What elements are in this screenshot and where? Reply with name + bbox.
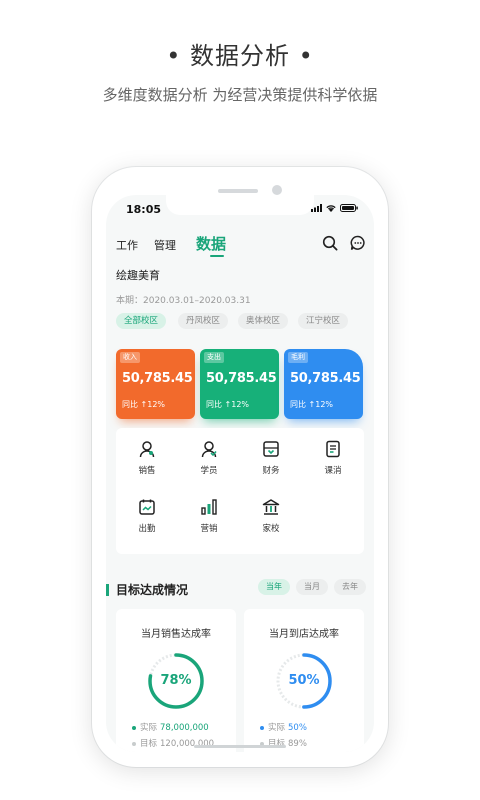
top-nav: 工作 管理 数据 (116, 233, 366, 257)
tab-data[interactable]: 数据 (196, 233, 226, 254)
campus-chip-jiangning[interactable]: 江宁校区 (298, 313, 349, 329)
visit-actual-label: 实际 (268, 723, 286, 733)
campus-filter: 全部校区 丹凤校区 奥体校区 江宁校区 (116, 313, 366, 329)
campus-chip-aoti[interactable]: 奥体校区 (238, 313, 289, 329)
nav-actions (322, 235, 366, 251)
gross-profit-yoy: 同比 ↑12% (290, 400, 334, 409)
module-finance-label: 财务 (262, 466, 280, 476)
expense-yoy: 同比 ↑12% (206, 400, 250, 409)
phone-speaker (218, 189, 258, 193)
income-value: 50,785.45 (122, 371, 193, 386)
expense-tag: 支出 (204, 352, 224, 363)
sales-actual-label: 实际 (140, 723, 158, 733)
targets-section-title: 目标达成情况 (116, 583, 189, 597)
status-icons (311, 204, 358, 212)
module-attendance[interactable]: 出勤 (122, 498, 172, 534)
wifi-icon (326, 205, 336, 212)
phone-camera (272, 185, 282, 195)
module-home-school[interactable]: 家校 (246, 498, 296, 534)
module-marketing-label: 营销 (200, 524, 218, 534)
course-consumption-icon (326, 440, 340, 458)
tab-work[interactable]: 工作 (116, 237, 138, 253)
gross-profit-tag: 毛利 (288, 352, 308, 363)
marketing-chart-icon (201, 499, 217, 515)
period-tab-this-year[interactable]: 当年 (258, 579, 290, 595)
home-school-icon (262, 499, 280, 515)
gross-profit-value: 50,785.45 (290, 371, 361, 386)
hero-title: • 数据分析 • (166, 42, 314, 70)
module-marketing[interactable]: 营销 (184, 498, 234, 534)
period-tab-last-year[interactable]: 去年 (334, 579, 366, 595)
phone-frame: 18:05 工作 管理 数据 绘趣美育 本期：2020.03.01–2020.0… (92, 167, 388, 767)
sales-actual-value: 78,000,000 (160, 723, 209, 733)
tab-manage[interactable]: 管理 (154, 237, 176, 253)
visit-actual-row: 实际 50% (260, 721, 307, 733)
income-tag: 收入 (120, 352, 140, 363)
expense-card[interactable]: 支出 50,785.45 同比 ↑12% (200, 349, 279, 419)
message-icon[interactable] (350, 235, 366, 251)
module-students[interactable]: 学员 (184, 440, 234, 476)
status-time: 18:05 (126, 203, 162, 216)
active-tab-indicator (210, 255, 224, 257)
sales-target-label: 目标 (140, 739, 158, 749)
module-sales[interactable]: 销售 (122, 440, 172, 476)
module-students-label: 学员 (200, 466, 218, 476)
sales-target-title: 当月销售达成率 (141, 629, 211, 640)
period-tab-this-month[interactable]: 当月 (296, 579, 328, 595)
section-accent-bar (106, 584, 109, 596)
module-home-school-label: 家校 (262, 524, 280, 534)
search-icon[interactable] (322, 235, 338, 251)
app-screen: 18:05 工作 管理 数据 绘趣美育 本期：2020.03.01–2020.0… (106, 195, 374, 752)
visit-target-card[interactable]: 当月到店达成率 50% 实际 50% 目标 89% (244, 609, 364, 752)
report-period: 本期：2020.03.01–2020.03.31 (116, 296, 251, 306)
org-name: 绘趣美育 (116, 269, 160, 282)
sales-actual-dot (132, 725, 136, 730)
module-course-consumption[interactable]: 课消 (308, 440, 358, 476)
module-sales-label: 销售 (138, 466, 156, 476)
status-bar: 18:05 (106, 195, 374, 225)
sales-target-card[interactable]: 当月销售达成率 78% 实际 78,000,000 目标 120,000,000 (116, 609, 236, 752)
income-yoy: 同比 ↑12% (122, 400, 166, 409)
visit-actual-value: 50% (288, 723, 307, 733)
hero-subtitle: 多维度数据分析 为经营决策提供科学依据 (102, 86, 378, 104)
campus-chip-danfeng[interactable]: 丹凤校区 (178, 313, 229, 329)
expense-value: 50,785.45 (206, 371, 277, 386)
screen-notch (166, 195, 314, 215)
module-finance[interactable]: 财务 (246, 440, 296, 476)
income-card[interactable]: 收入 50,785.45 同比 ↑12% (116, 349, 195, 419)
campus-chip-all[interactable]: 全部校区 (116, 313, 167, 329)
visit-progress-percent: 50% (288, 673, 320, 688)
home-indicator (194, 745, 286, 748)
sales-progress-percent: 78% (160, 673, 192, 688)
sales-actual-row: 实际 78,000,000 (132, 721, 209, 733)
sales-person-icon (139, 441, 155, 458)
finance-icon (263, 441, 279, 457)
signal-icon (311, 204, 322, 212)
module-grid: 销售 学员 财务 课消 出勤 营销 家校 (116, 428, 364, 554)
battery-icon (340, 204, 358, 212)
gross-profit-card[interactable]: 毛利 50,785.45 同比 ↑12% (284, 349, 363, 419)
sales-target-dot (132, 741, 136, 746)
module-attendance-label: 出勤 (138, 524, 156, 534)
module-course-consumption-label: 课消 (324, 466, 342, 476)
visit-target-title: 当月到店达成率 (269, 629, 339, 640)
visit-target-value: 89% (288, 739, 307, 749)
visit-actual-dot (260, 725, 264, 730)
attendance-calendar-icon (139, 499, 155, 515)
student-icon (201, 441, 217, 458)
